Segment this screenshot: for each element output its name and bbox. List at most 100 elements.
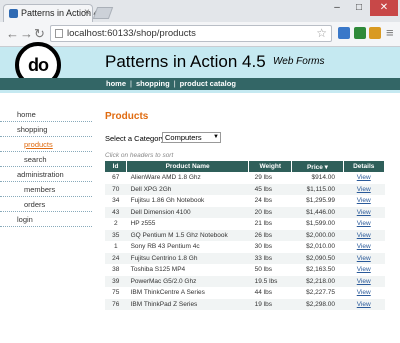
cell-product-name: Fujitsu Centrino 1.8 Gh: [126, 252, 249, 264]
reload-icon[interactable]: ↻: [34, 26, 45, 42]
sidebar-item-products[interactable]: products: [0, 137, 92, 152]
cell-price: $1,446.00: [291, 206, 343, 218]
table-row: 43 Dell Dimension 4100 20 lbs $1,446.00 View: [105, 206, 385, 218]
table-row: 76 IBM ThinkPad Z Series 19 lbs $2,298.00 Vi…: [105, 298, 385, 310]
sidebar-item-orders[interactable]: orders: [0, 197, 92, 212]
browser-tab[interactable]: Patterns in Action 4.5 ×: [3, 4, 106, 22]
cell-details: View: [343, 298, 385, 310]
sidebar-item-home[interactable]: home: [0, 107, 92, 122]
table-row: 34 Fujitsu 1.86 Gh Notebook 24 lbs $1,295.9…: [105, 195, 385, 207]
view-details-link[interactable]: View: [357, 266, 371, 273]
extension-icon[interactable]: [354, 27, 366, 39]
close-window-button[interactable]: ✕: [370, 0, 398, 16]
view-details-link[interactable]: View: [357, 278, 371, 285]
cell-weight: 45 lbs: [248, 183, 292, 195]
cell-id: 43: [105, 206, 127, 218]
cell-weight: 29 lbs: [254, 174, 272, 182]
back-arrow-icon[interactable]: ←: [6, 26, 19, 41]
bookmark-star-icon[interactable]: ☆: [316, 26, 327, 40]
cell-weight: 50 lbs: [254, 266, 272, 274]
cell-product-name: IBM ThinkPad Z Series: [126, 298, 249, 310]
cell-price: $2,227.75: [306, 289, 335, 297]
menu-item-shopping[interactable]: shopping: [136, 79, 170, 88]
extension-icon[interactable]: [369, 27, 381, 39]
column-header-product-name[interactable]: Product Name: [126, 161, 250, 172]
address-bar[interactable]: localhost:60133/shop/products ☆: [50, 25, 332, 42]
cell-price: $2,298.00: [291, 298, 343, 310]
table-row: 39 PowerMac G5/2.0 Ghz 19.5 lbs $2,218.00 Vi…: [105, 275, 385, 287]
category-select[interactable]: Computers ▼: [162, 132, 221, 143]
cell-id: 2: [113, 220, 118, 228]
sidebar-item-shopping[interactable]: shopping: [0, 122, 92, 137]
cell-id: 75: [112, 289, 120, 297]
view-details-link[interactable]: View: [357, 243, 371, 250]
cell-details: View: [343, 275, 385, 287]
column-header-weight[interactable]: Weight: [248, 161, 293, 172]
cell-product-name: AlienWare AMD 1.8 Ghz: [130, 174, 201, 182]
address-url: localhost:60133/shop/products: [67, 28, 196, 39]
cell-weight: 24 lbs: [254, 197, 272, 205]
table-row: 35 GQ Pentium M 1.5 Ghz Notebook 26 lbs $2,…: [105, 229, 385, 241]
cell-id: 39: [105, 275, 127, 287]
cell-id: 34: [112, 197, 120, 205]
table-row: 70 Dell XPG 2Gh 45 lbs $1,115.00 View: [105, 183, 385, 195]
cell-details: View: [343, 264, 385, 276]
menu-item-product-catalog[interactable]: product catalog: [180, 79, 236, 88]
cell-product-name: Toshiba S125 MP4: [130, 266, 186, 274]
sidebar-item-search[interactable]: search: [0, 152, 92, 167]
products-table: Id Product Name Weight Price ▾ Details 6…: [105, 161, 385, 310]
sidebar: home shopping products search administra…: [0, 107, 92, 227]
view-details-link[interactable]: View: [357, 186, 371, 193]
extension-icon[interactable]: [338, 27, 350, 39]
view-details-link[interactable]: View: [357, 232, 371, 239]
maximize-button[interactable]: □: [348, 0, 370, 16]
cell-price: $914.00: [311, 174, 336, 182]
column-header-details[interactable]: Details: [343, 161, 385, 172]
site-title: Patterns in Action 4.5: [105, 52, 266, 71]
minimize-button[interactable]: –: [326, 0, 348, 16]
table-row: 2 HP z555 21 lbs $1,599.00 View: [105, 218, 385, 230]
cell-weight: 30 lbs: [254, 243, 272, 251]
cell-details: View: [343, 183, 385, 195]
view-details-link[interactable]: View: [357, 220, 371, 227]
table-row: 67 AlienWare AMD 1.8 Ghz 29 lbs $914.00 View: [105, 172, 385, 184]
column-header-price[interactable]: Price ▾: [291, 161, 344, 172]
cell-price: $1,599.00: [306, 220, 335, 228]
cell-product-name: IBM ThinkCentre A Series: [130, 289, 205, 297]
tab-close-icon[interactable]: ×: [84, 7, 90, 18]
cell-price: $1,115.00: [291, 183, 343, 195]
cell-weight: 20 lbs: [248, 206, 292, 218]
cell-weight: 21 lbs: [254, 220, 272, 228]
view-details-link[interactable]: View: [357, 301, 371, 308]
view-details-link[interactable]: View: [357, 174, 371, 181]
page-favicon-icon: [9, 9, 18, 18]
view-details-link[interactable]: View: [357, 197, 371, 204]
table-row: 1 Sony RB 43 Pentium 4c 30 lbs $2,010.00 Vie…: [105, 241, 385, 253]
cell-id: 38: [112, 266, 120, 274]
cell-details: View: [343, 252, 385, 264]
cell-product-name: GQ Pentium M 1.5 Ghz Notebook: [126, 229, 249, 241]
forward-arrow-icon[interactable]: →: [20, 26, 33, 41]
sidebar-item-login[interactable]: login: [0, 212, 92, 227]
menu-item-home[interactable]: home: [106, 79, 126, 88]
cell-id: 67: [112, 174, 120, 182]
view-details-link[interactable]: View: [357, 209, 371, 216]
browser-tabstrip: Patterns in Action 4.5 × – □ ✕: [0, 0, 400, 22]
cell-price: $2,163.50: [306, 266, 335, 274]
view-details-link[interactable]: View: [357, 289, 371, 296]
menu-icon[interactable]: ≡: [386, 25, 394, 40]
view-details-link[interactable]: View: [357, 255, 371, 262]
sidebar-item-administration[interactable]: administration: [0, 167, 92, 182]
cell-weight: 19 lbs: [248, 298, 292, 310]
browser-toolbar: ← → ↻ localhost:60133/shop/products ☆ ≡: [0, 22, 400, 47]
cell-id: 70: [105, 183, 127, 195]
sidebar-item-members[interactable]: members: [0, 182, 92, 197]
cell-product-name: Dell XPG 2Gh: [126, 183, 249, 195]
cell-details: View: [343, 195, 385, 207]
cell-weight: 19.5 lbs: [248, 275, 292, 287]
cell-details: View: [343, 287, 385, 299]
cell-weight: 26 lbs: [248, 229, 292, 241]
column-header-id[interactable]: Id: [105, 161, 128, 172]
new-tab-button[interactable]: [92, 7, 114, 19]
top-menu: home | shopping | product catalog: [106, 79, 236, 88]
